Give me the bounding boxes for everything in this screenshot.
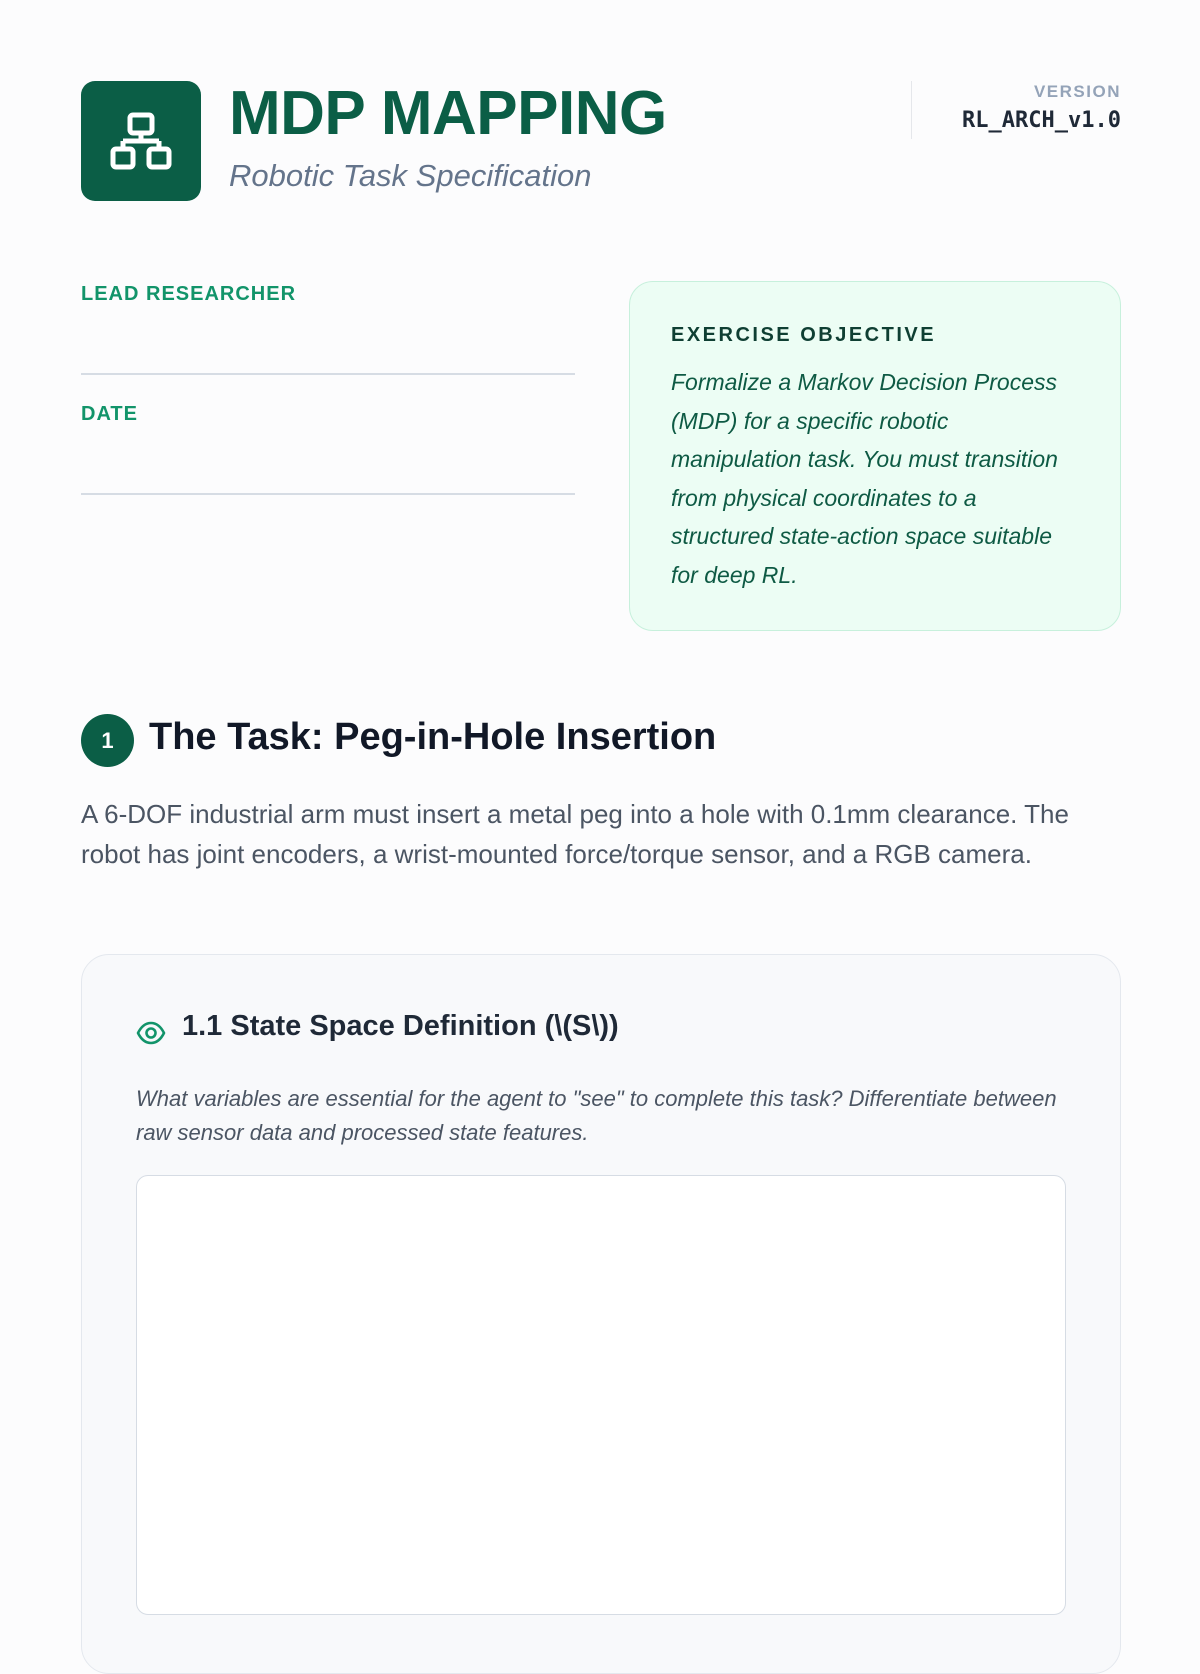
section-title: The Task: Peg-in-Hole Insertion bbox=[149, 716, 717, 758]
subsection-title: 1.1 State Space Definition (\(S\)) bbox=[182, 1010, 619, 1042]
sitemap-icon bbox=[110, 112, 172, 170]
lead-researcher-field[interactable] bbox=[81, 373, 575, 375]
subsection-prompt: What variables are essential for the age… bbox=[136, 1086, 1057, 1145]
logo bbox=[81, 81, 201, 201]
date-field[interactable] bbox=[81, 493, 575, 495]
date-label: DATE bbox=[81, 403, 138, 425]
eye-icon bbox=[136, 1021, 166, 1045]
exercise-objective-box: EXERCISE OBJECTIVE Formalize a Markov De… bbox=[629, 281, 1121, 631]
version-label: VERSION bbox=[1033, 82, 1121, 101]
version-divider bbox=[911, 81, 912, 139]
lead-researcher-label: LEAD RESEARCHER bbox=[81, 283, 297, 305]
section-number-badge: 1 bbox=[81, 714, 134, 767]
section-description: A 6-DOF industrial arm must insert a met… bbox=[81, 799, 1069, 869]
state-space-answer-textarea[interactable] bbox=[136, 1175, 1066, 1615]
page-subtitle: Robotic Task Specification bbox=[229, 158, 592, 193]
worksheet-page: MDP MAPPING Robotic Task Specification V… bbox=[81, 0, 1121, 1674]
version-value: RL_ARCH_v1.0 bbox=[962, 108, 1121, 133]
page-title: MDP MAPPING bbox=[229, 79, 667, 148]
objective-title: EXERCISE OBJECTIVE bbox=[671, 324, 937, 346]
objective-text: Formalize a Markov Decision Process (MDP… bbox=[671, 369, 1058, 588]
